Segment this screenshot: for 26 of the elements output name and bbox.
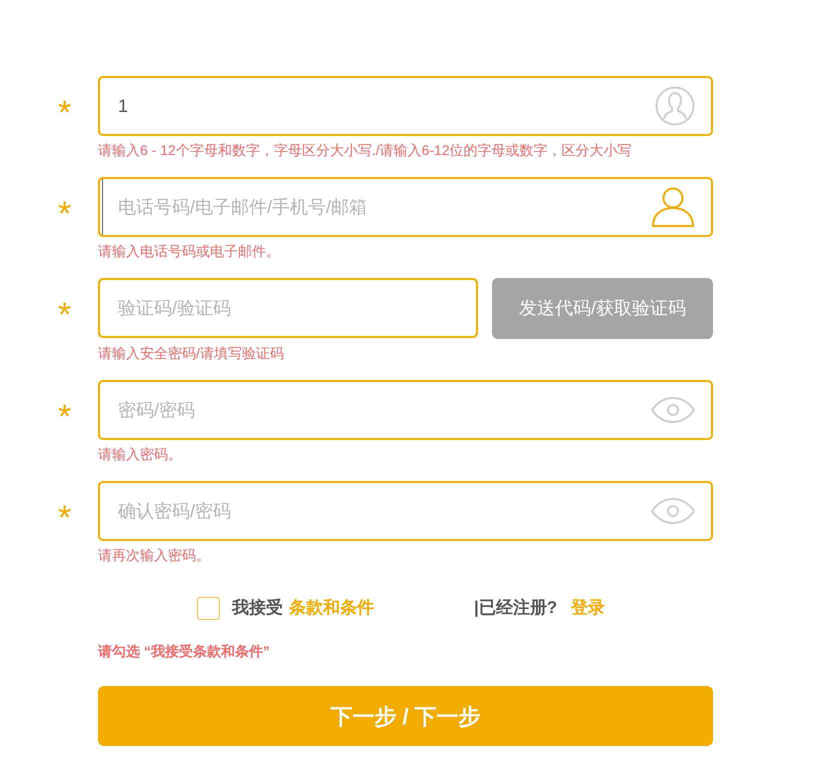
error-message: 请勾选 “我接受条款和条件” <box>98 642 271 660</box>
required-marker: * <box>58 194 72 231</box>
next-button[interactable]: 下一步 / 下一步 <box>98 686 713 746</box>
eye-icon[interactable] <box>651 397 695 423</box>
input-field[interactable]: 验证码/验证码 <box>98 278 478 338</box>
input-field[interactable]: 密码/密码 <box>98 380 713 440</box>
error-message: 请输入密码。 <box>98 445 183 463</box>
login-prompt: |已经注册? <box>474 597 558 620</box>
error-message: 请输入电话号码或电子邮件。 <box>98 242 281 260</box>
input-field[interactable]: 确认密码/密码 <box>98 481 713 541</box>
person-icon <box>651 187 695 227</box>
error-message: 请输入6 - 12个字母和数字，字母区分大小写./请输入6-12位的字母或数字，区分大小写 <box>98 141 633 159</box>
terms-link[interactable]: 条款和条件 <box>289 595 374 621</box>
login-link[interactable]: 登录 <box>571 595 606 621</box>
checkbox[interactable] <box>197 596 220 620</box>
input-field[interactable]: 电话号码/电子邮件/手机号/邮箱 <box>98 177 713 237</box>
avatar-icon <box>655 86 695 126</box>
required-marker: * <box>58 397 72 434</box>
required-marker: * <box>58 295 72 332</box>
required-marker: * <box>58 498 72 535</box>
required-marker: * <box>58 93 72 130</box>
error-message: 请输入安全密码/请填写验证码 <box>98 344 285 362</box>
eye-icon[interactable] <box>651 498 695 524</box>
input-field[interactable]: 1 <box>98 76 713 136</box>
terms-label: 我接受 <box>232 597 283 620</box>
error-message: 请再次输入密码。 <box>98 546 211 564</box>
